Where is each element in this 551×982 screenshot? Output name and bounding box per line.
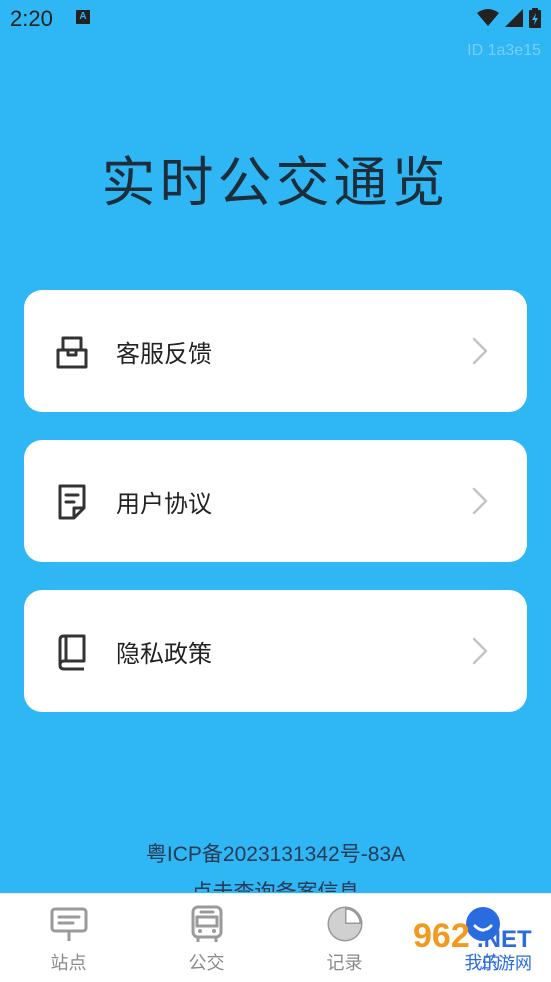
book-icon: [58, 634, 86, 671]
menu-item-label: 用户协议: [116, 490, 212, 518]
chevron-right-icon: [472, 337, 488, 365]
notification-badge-icon: A: [76, 10, 90, 24]
station-sign-icon: [50, 907, 87, 941]
menu-item-privacy-policy[interactable]: 隐私政策: [24, 590, 527, 712]
signal-icon: [505, 9, 523, 27]
status-bar: 2:20 A: [0, 0, 551, 38]
tab-bus[interactable]: 公交: [138, 894, 275, 982]
icp-link[interactable]: 粤ICP备2023131342号-83A: [0, 838, 551, 868]
wifi-icon: [477, 9, 499, 26]
tab-label: 站点: [50, 953, 87, 974]
id-label: ID 1a3e15: [467, 42, 541, 59]
document-icon: [58, 484, 86, 520]
menu-item-label: 客服反馈: [116, 340, 212, 368]
bus-icon: [191, 905, 222, 942]
chevron-right-icon: [472, 487, 488, 515]
pie-chart-icon: [327, 906, 362, 942]
watermark-logo: 962 .NET 乐游网: [413, 917, 532, 974]
icp-query-link[interactable]: 点击查询备案信息: [0, 876, 551, 892]
tab-label: 公交: [188, 953, 225, 974]
menu-item-user-agreement[interactable]: 用户协议: [24, 440, 527, 562]
menu-item-label: 隐私政策: [116, 640, 212, 668]
battery-charging-icon: [529, 8, 541, 28]
chevron-right-icon: [472, 637, 488, 665]
tab-label: 记录: [326, 953, 363, 974]
mailbox-icon: [56, 336, 88, 369]
page-title: 实时公交通览: [101, 151, 450, 214]
menu-item-feedback[interactable]: 客服反馈: [24, 290, 527, 412]
status-time: 2:20: [10, 6, 53, 31]
status-icons: [477, 8, 541, 28]
watermark-site: 乐游网: [481, 954, 532, 974]
tab-records[interactable]: 记录: [276, 894, 413, 982]
tab-stations[interactable]: 站点: [0, 894, 137, 982]
watermark-suffix: .NET: [477, 926, 532, 953]
watermark-brand: 962: [413, 917, 470, 955]
